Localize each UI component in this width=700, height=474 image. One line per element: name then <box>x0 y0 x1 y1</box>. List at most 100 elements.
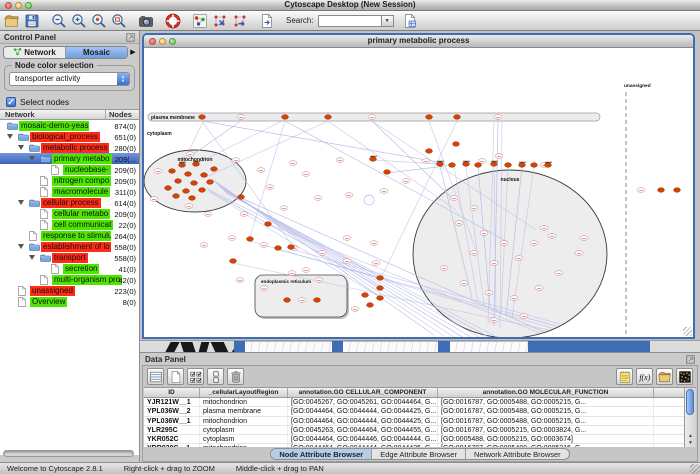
table-cell[interactable]: [GO:0045267, GO:0045261, GO:0044464, G..… <box>288 398 438 406</box>
network-tree-row[interactable]: primary metabo209(... <box>0 153 139 164</box>
network-tree-row[interactable]: metabolic process280(0) <box>0 142 139 153</box>
network-tree-row[interactable]: cellular process614(0) <box>0 197 139 208</box>
network-tree-row[interactable]: macromolecule311(0) <box>0 186 139 197</box>
table-cell[interactable]: [GO:0044464, GO:0044444, GO:0044425, G..… <box>288 417 438 425</box>
unselect-attrs-button[interactable] <box>207 368 224 385</box>
scrollbar-thumb[interactable] <box>686 389 694 415</box>
expand-arrow-icon[interactable] <box>18 244 24 249</box>
network-window-titlebar[interactable]: primary metabolic process <box>144 35 693 48</box>
window-resize-grip[interactable] <box>683 327 692 336</box>
network-canvas[interactable]: plasma membranecytoplasmmitochondrionnuc… <box>144 48 693 337</box>
column-header[interactable]: _cellularLayoutRegion <box>200 388 288 397</box>
table-cell[interactable]: cytoplasm <box>200 426 288 434</box>
network-label[interactable]: Overview <box>30 297 67 307</box>
node-color-dropdown[interactable]: transporter activity ▲▼ <box>9 72 130 86</box>
attr-table-button[interactable] <box>147 368 164 385</box>
table-cell[interactable]: [GO:0005488, GO:0005215, GO:0003674] <box>438 435 654 443</box>
network-label[interactable]: cellular metabo <box>52 209 110 219</box>
network-label[interactable]: unassigned <box>30 286 75 296</box>
network-tree-row[interactable]: biological_process651(0) <box>0 131 139 142</box>
tab-mosaic[interactable]: Mosaic <box>66 47 127 58</box>
open-attrs-button[interactable] <box>656 368 673 385</box>
network-label[interactable]: transport <box>52 253 88 263</box>
float-panel-icon[interactable] <box>126 33 135 42</box>
network-tree-row[interactable]: cellular metabo209(0) <box>0 208 139 219</box>
table-cell[interactable]: YKR052C <box>144 435 200 443</box>
search-input[interactable] <box>318 15 382 27</box>
zoom-button[interactable] <box>25 2 32 9</box>
tab-edge-attribute-browser[interactable]: Edge Attribute Browser <box>372 449 466 459</box>
network-tree-row[interactable]: unassigned223(0) <box>0 285 139 296</box>
formula-button[interactable]: f(x) <box>636 368 653 385</box>
tab-node-attribute-browser[interactable]: Node Attribute Browser <box>271 449 372 459</box>
column-header[interactable]: ID <box>144 388 200 397</box>
table-cell[interactable]: YPL036W__1 <box>144 417 200 425</box>
network-tree-row[interactable]: secretion41(0) <box>0 263 139 274</box>
network-label[interactable]: response to stimulu <box>41 231 111 241</box>
save-session-icon[interactable] <box>24 13 40 29</box>
network-tree-row[interactable]: multi-organism pro42(0) <box>0 274 139 285</box>
tab-overflow-arrow[interactable]: ▶ <box>128 48 138 56</box>
open-session-icon[interactable] <box>4 13 20 29</box>
table-cell[interactable]: plasma membrane <box>200 407 288 415</box>
table-cell[interactable]: [GO:0016787, GO:0005488, GO:0005215, G..… <box>438 417 654 425</box>
column-header[interactable]: annotation.GO MOLECULAR_FUNCTION <box>438 388 654 397</box>
attribute-table[interactable]: ID_cellularLayoutRegionannotation.GO CEL… <box>144 388 684 447</box>
table-cell[interactable]: [GO:0016787, GO:0005215, GO:0003824, G..… <box>438 426 654 434</box>
destroy-network-icon[interactable] <box>212 13 228 29</box>
float-panel-icon[interactable] <box>686 355 695 364</box>
network-label[interactable]: biological_process <box>30 132 100 142</box>
table-row[interactable]: YJR121W__1mitochondrion[GO:0045267, GO:0… <box>144 398 684 407</box>
network-label[interactable]: cellular process <box>41 198 101 208</box>
import-attributes-icon[interactable] <box>402 13 418 29</box>
expand-arrow-icon[interactable] <box>29 156 35 161</box>
create-network-icon[interactable] <box>232 13 248 29</box>
network-tree-row[interactable]: response to stimulu264(0) <box>0 230 139 241</box>
select-attrs-button[interactable] <box>187 368 204 385</box>
network-tree-row[interactable]: mosaic-demo-yeast874(0) <box>0 120 139 131</box>
column-header[interactable]: annotation.GO CELLULAR_COMPONENT <box>288 388 438 397</box>
network-label[interactable]: mosaic-demo-yeast <box>19 121 89 131</box>
close-icon[interactable] <box>149 38 156 45</box>
minimize-button[interactable] <box>15 2 22 9</box>
table-cell[interactable]: [GO:0045263, GO:0044464, GO:0044455, G..… <box>288 426 438 434</box>
table-cell[interactable]: cytoplasm <box>200 435 288 443</box>
expand-arrow-icon[interactable] <box>18 200 24 205</box>
zoom-selected-icon[interactable] <box>91 13 107 29</box>
zoom-in-icon[interactable] <box>71 13 87 29</box>
network-label[interactable]: multi-organism pro <box>52 275 122 285</box>
table-cell[interactable]: YPL036W__2 <box>144 407 200 415</box>
expand-arrow-icon[interactable] <box>18 145 24 150</box>
table-cell[interactable]: [GO:0016787, GO:0005488, GO:0005215, G..… <box>438 398 654 406</box>
app-resize-grip[interactable] <box>690 464 700 474</box>
snapshot-icon[interactable] <box>138 13 154 29</box>
table-row[interactable]: YPL036W__1mitochondrion[GO:0044464, GO:0… <box>144 417 684 426</box>
table-cell[interactable]: [GO:0016787, GO:0005488, GO:0005215, G..… <box>438 407 654 415</box>
table-cell[interactable]: mitochondrion <box>200 417 288 425</box>
select-nodes-checkbox[interactable]: ✓ <box>6 97 16 107</box>
attribute-table-header[interactable]: ID_cellularLayoutRegionannotation.GO CEL… <box>144 388 684 398</box>
network-label[interactable]: nitrogen compo <box>52 176 111 186</box>
tab-network-attribute-browser[interactable]: Network Attribute Browser <box>466 449 569 459</box>
table-cell[interactable]: YJR121W__1 <box>144 398 200 406</box>
zoom-fit-icon[interactable] <box>111 13 127 29</box>
zoom-icon[interactable] <box>169 38 176 45</box>
expand-arrow-icon[interactable] <box>7 134 13 139</box>
help-icon[interactable] <box>165 13 181 29</box>
network-tree-row[interactable]: nucleobase-209(0) <box>0 164 139 175</box>
network-view-window[interactable]: primary metabolic process plasma membran… <box>142 33 695 339</box>
layout-icon[interactable] <box>192 13 208 29</box>
tab-network[interactable]: Network <box>4 47 66 58</box>
network-tree-row[interactable]: establishment of lo558(0) <box>0 241 139 252</box>
new-attr-button[interactable] <box>167 368 184 385</box>
network-tree-row[interactable]: cell communicat22(0) <box>0 219 139 230</box>
table-cell[interactable]: [GO:0044464, GO:0044444, GO:0044425, G..… <box>288 407 438 415</box>
network-label[interactable]: nucleobase- <box>63 165 111 175</box>
network-label[interactable]: establishment of lo <box>41 242 111 252</box>
network-label[interactable]: primary metabo <box>52 154 112 164</box>
minimize-icon[interactable] <box>159 38 166 45</box>
import-network-icon[interactable] <box>259 13 275 29</box>
trash-button[interactable] <box>227 368 244 385</box>
zoom-out-icon[interactable] <box>51 13 67 29</box>
network-label[interactable]: macromolecule <box>52 187 110 197</box>
